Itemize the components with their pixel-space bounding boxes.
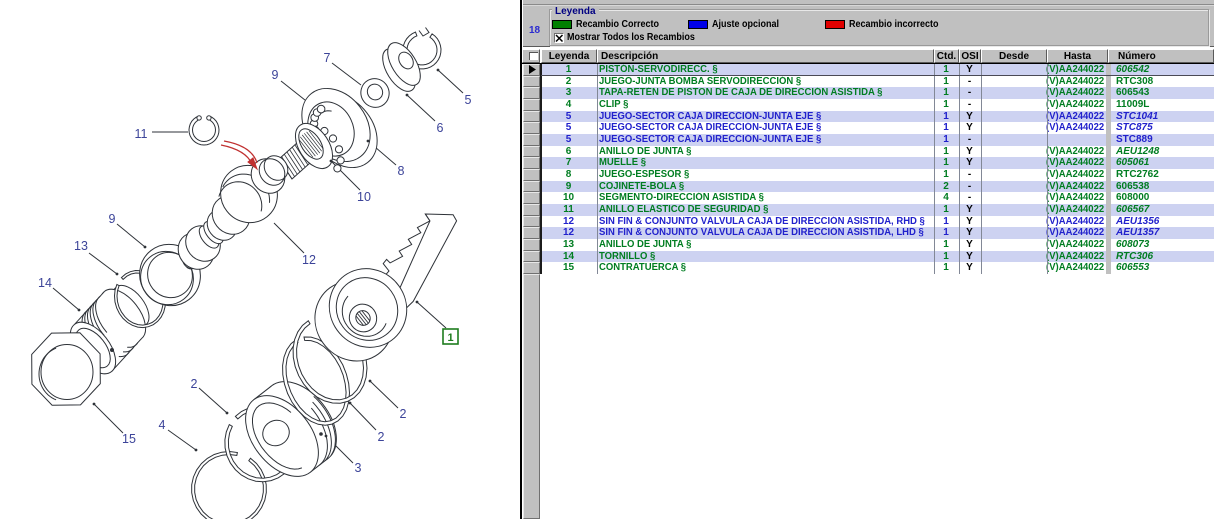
svg-text:6: 6	[437, 121, 444, 135]
svg-text:7: 7	[324, 51, 331, 65]
svg-text:4: 4	[159, 418, 166, 432]
svg-text:1: 1	[447, 332, 453, 344]
svg-text:2: 2	[191, 377, 198, 391]
svg-text:10: 10	[357, 190, 371, 204]
svg-text:2: 2	[400, 407, 407, 421]
svg-text:8: 8	[398, 164, 405, 178]
svg-text:12: 12	[302, 253, 316, 267]
svg-text:9: 9	[109, 212, 116, 226]
svg-text:3: 3	[355, 461, 362, 475]
svg-text:15: 15	[122, 432, 136, 446]
svg-text:14: 14	[38, 276, 52, 290]
svg-text:13: 13	[74, 239, 88, 253]
svg-text:9: 9	[272, 68, 279, 82]
svg-text:5: 5	[465, 93, 472, 107]
svg-text:11: 11	[135, 127, 148, 141]
svg-text:2: 2	[378, 430, 385, 444]
